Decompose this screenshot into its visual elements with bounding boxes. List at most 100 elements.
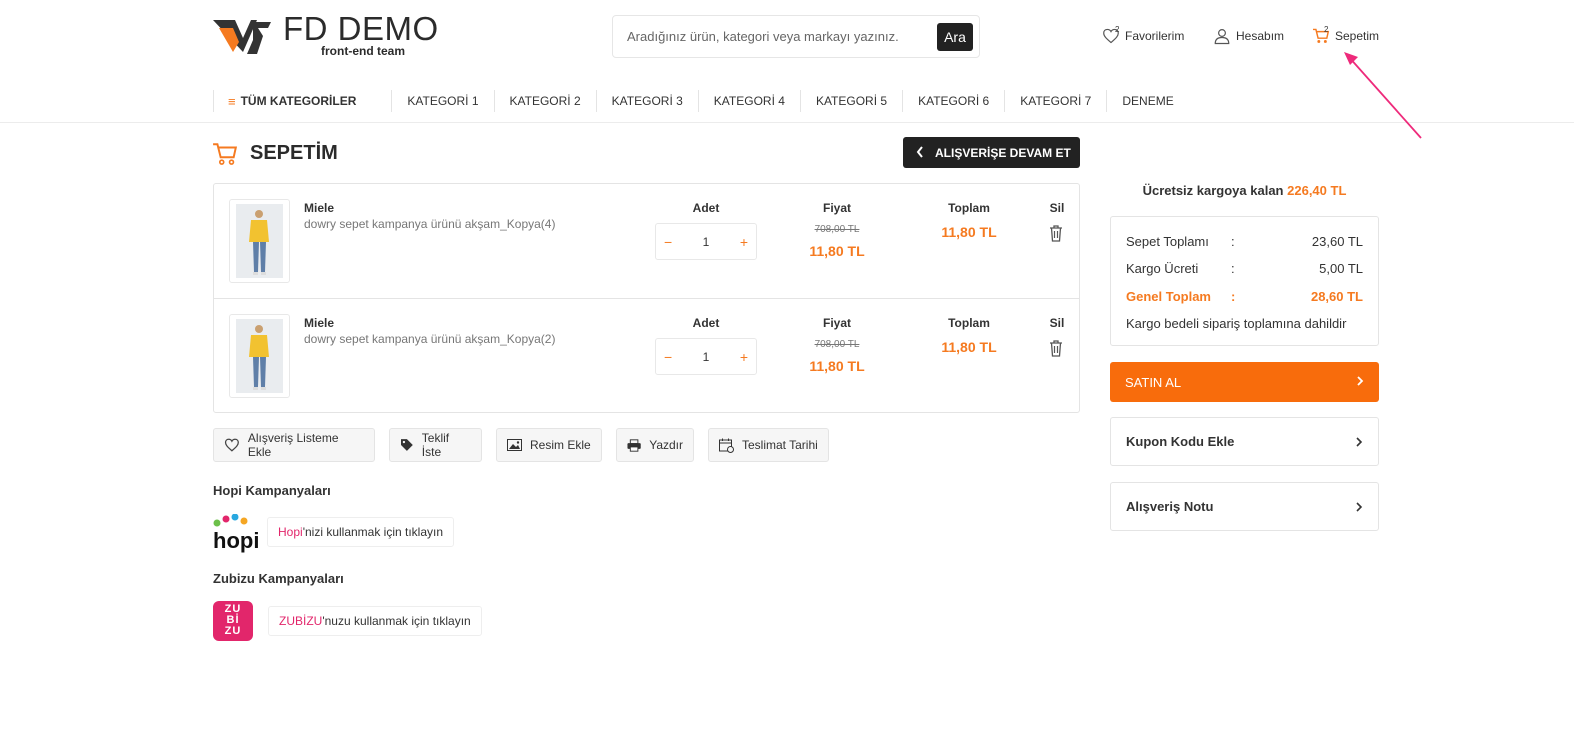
hopi-brand: Hopi	[278, 525, 303, 539]
annotation-arrow-icon	[1344, 52, 1422, 139]
product-name[interactable]: dowry sepet kampanya ürünü akşam_Kopya(4…	[304, 217, 555, 231]
summary-label: Genel Toplam	[1126, 289, 1211, 304]
search-button[interactable]: Ara	[937, 23, 973, 51]
cart-items-table: Miele dowry sepet kampanya ürünü akşam_K…	[213, 183, 1080, 413]
qty-value[interactable]: 1	[703, 235, 710, 249]
product-name[interactable]: dowry sepet kampanya ürünü akşam_Kopya(2…	[304, 332, 555, 346]
image-icon	[507, 439, 522, 451]
calendar-icon	[719, 438, 734, 453]
summary-separator: :	[1231, 289, 1236, 304]
nav-item-kategori-4[interactable]: KATEGORİ 4	[697, 90, 800, 112]
nav-item-kategori-3[interactable]: KATEGORİ 3	[595, 90, 698, 112]
cart-item-row: Miele dowry sepet kampanya ürünü akşam_K…	[214, 298, 1079, 412]
free-shipping-remaining: Ücretsiz kargoya kalan 226,40 TL	[1110, 183, 1379, 198]
qty-column-header: Adet	[692, 316, 720, 330]
logo-title: FD DEMO	[283, 10, 439, 47]
qty-value[interactable]: 1	[703, 350, 710, 364]
order-note-panel[interactable]: Alışveriş Notu	[1110, 482, 1379, 531]
zubizu-campaigns-title: Zubizu Kampanyaları	[213, 571, 344, 586]
total-column-header: Toplam	[948, 316, 990, 330]
zubizu-logo: ZU Bİ ZU	[213, 601, 253, 641]
print-label: Yazdır	[649, 438, 683, 452]
cart-item-row: Miele dowry sepet kampanya ürünü akşam_K…	[214, 184, 1079, 298]
summary-row-grand-total: Genel Toplam : 28,60 TL	[1126, 289, 1363, 304]
nav-item-kategori-1[interactable]: KATEGORİ 1	[391, 90, 493, 112]
product-image[interactable]	[229, 314, 290, 398]
summary-row-shipping: Kargo Ücreti : 5,00 TL	[1126, 261, 1363, 276]
trash-icon[interactable]	[1049, 340, 1063, 357]
hopi-campaigns-title: Hopi Kampanyaları	[213, 483, 331, 498]
summary-label: Sepet Toplamı	[1126, 234, 1209, 249]
favorites-link[interactable]: 2 Favorilerim	[1102, 25, 1185, 46]
zubizu-brand: ZUBİZU	[279, 614, 323, 628]
hopi-link[interactable]: Hopi'nizi kullanmak için tıklayın	[267, 517, 455, 547]
summary-separator: :	[1231, 234, 1235, 249]
continue-shopping-button[interactable]: ALIŞVERİŞE DEVAM ET	[903, 137, 1080, 168]
qty-column-header: Adet	[692, 201, 720, 215]
qty-decrease-button[interactable]: −	[664, 234, 672, 250]
zubizu-link-text: 'nuzu kullanmak için tıklayın	[322, 614, 471, 628]
quantity-stepper: − 1 +	[655, 338, 757, 375]
old-price: 708,00 TL	[814, 224, 860, 235]
qty-increase-button[interactable]: +	[740, 349, 748, 365]
search-input[interactable]	[627, 16, 927, 57]
product-image[interactable]	[229, 199, 290, 283]
logo-subtitle: front-end team	[321, 44, 405, 58]
logo-icon[interactable]	[213, 16, 273, 56]
delivery-date-button[interactable]: Teslimat Tarihi	[708, 428, 829, 462]
delivery-date-label: Teslimat Tarihi	[742, 438, 818, 452]
hopi-logo: hopi	[213, 513, 259, 552]
add-image-button[interactable]: Resim Ekle	[496, 428, 602, 462]
favorites-label: Favorilerim	[1125, 29, 1185, 43]
product-photo-icon	[236, 204, 283, 278]
delete-column-header: Sil	[1049, 201, 1065, 215]
cart-link[interactable]: 2 Sepetim	[1312, 25, 1379, 46]
product-brand[interactable]: Miele	[304, 316, 334, 330]
order-note-label: Alışveriş Notu	[1126, 499, 1214, 514]
category-nav: ≡ TÜM KATEGORİLER KATEGORİ 1 KATEGORİ 2 …	[213, 90, 1189, 112]
trash-icon[interactable]	[1049, 225, 1063, 242]
nav-item-deneme[interactable]: DENEME	[1106, 90, 1188, 112]
buy-button[interactable]: SATIN AL	[1110, 362, 1379, 402]
print-button[interactable]: Yazdır	[616, 428, 694, 462]
line-total: 11,80 TL	[941, 339, 997, 355]
qty-decrease-button[interactable]: −	[664, 349, 672, 365]
zubizu-link[interactable]: ZUBİZU'nuzu kullanmak için tıklayın	[268, 606, 482, 636]
user-icon	[1214, 29, 1230, 45]
heart-icon	[224, 438, 239, 452]
printer-icon	[627, 438, 641, 452]
unit-price: 11,80 TL	[809, 243, 865, 259]
search-bar: Ara	[612, 15, 980, 58]
continue-shopping-label: ALIŞVERİŞE DEVAM ET	[935, 145, 1071, 160]
order-summary: Sepet Toplamı : 23,60 TL Kargo Ücreti : …	[1110, 216, 1379, 346]
coupon-code-panel[interactable]: Kupon Kodu Ekle	[1110, 417, 1379, 466]
free-shipping-label: Ücretsiz kargoya kalan	[1142, 183, 1284, 198]
coupon-code-label: Kupon Kodu Ekle	[1126, 434, 1235, 449]
chevron-right-icon	[1356, 437, 1363, 447]
buy-button-label: SATIN AL	[1125, 374, 1182, 390]
cart-title-icon	[213, 143, 238, 165]
request-quote-button[interactable]: Teklif İste	[389, 428, 482, 462]
nav-item-kategori-2[interactable]: KATEGORİ 2	[493, 90, 596, 112]
chevron-right-icon	[1357, 376, 1364, 386]
all-categories-menu[interactable]: ≡ TÜM KATEGORİLER	[213, 90, 391, 112]
add-to-list-button[interactable]: Alışveriş Listeme Ekle	[213, 428, 375, 462]
summary-value: 23,60 TL	[1311, 234, 1363, 249]
product-photo-icon	[236, 319, 283, 393]
qty-increase-button[interactable]: +	[740, 234, 748, 250]
summary-separator: :	[1231, 261, 1235, 276]
unit-price: 11,80 TL	[809, 358, 865, 374]
add-image-label: Resim Ekle	[530, 438, 591, 452]
delete-column-header: Sil	[1049, 316, 1065, 330]
free-shipping-amount: 226,40 TL	[1287, 183, 1347, 198]
price-column-header: Fiyat	[822, 316, 851, 330]
nav-item-kategori-5[interactable]: KATEGORİ 5	[799, 90, 902, 112]
hopi-link-text: 'nizi kullanmak için tıklayın	[302, 525, 444, 539]
nav-item-kategori-7[interactable]: KATEGORİ 7	[1004, 90, 1106, 112]
quantity-stepper: − 1 +	[655, 223, 757, 260]
account-link[interactable]: Hesabım	[1213, 26, 1284, 46]
all-categories-label: TÜM KATEGORİLER	[240, 94, 357, 108]
nav-item-kategori-6[interactable]: KATEGORİ 6	[902, 90, 1004, 112]
hopi-dots-icon	[213, 513, 248, 527]
product-brand[interactable]: Miele	[304, 201, 334, 215]
